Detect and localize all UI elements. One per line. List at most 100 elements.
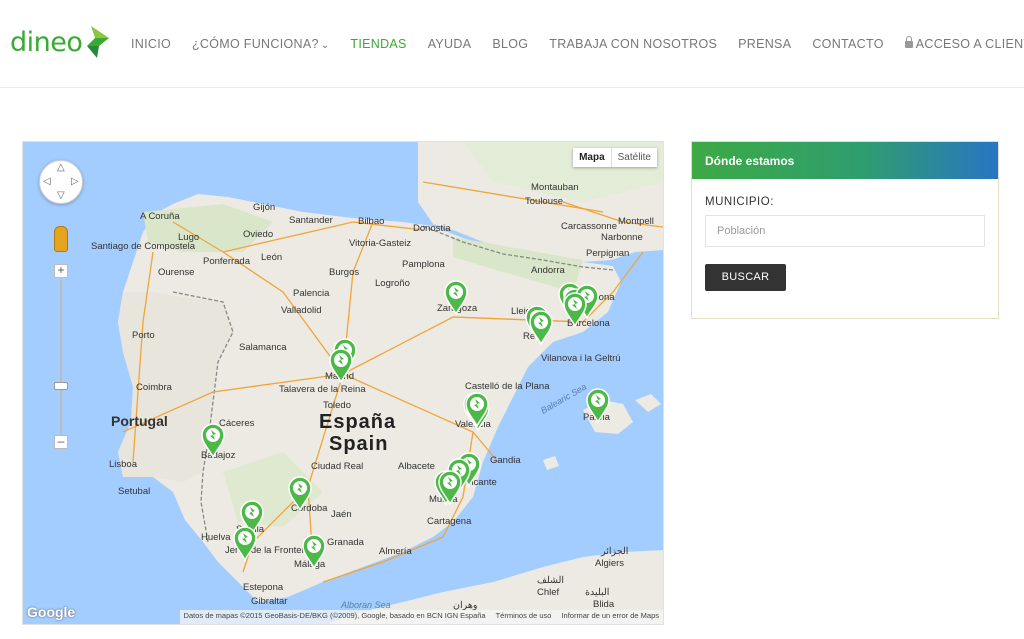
city-label: Toledo <box>323 400 351 411</box>
logo-text: dineo <box>10 26 83 58</box>
store-map[interactable]: Portugal España Spain Balearic Sea Albor… <box>22 141 664 625</box>
city-label: Ourense <box>158 267 194 278</box>
pegman-icon[interactable] <box>54 226 68 252</box>
city-label: Logroño <box>375 278 410 289</box>
label-spain: Spain <box>329 433 388 455</box>
city-label: Narbonne <box>601 232 643 243</box>
nav-label: TIENDAS <box>350 37 407 51</box>
city-label: Perpignan <box>586 248 629 259</box>
city-label: Chlef <box>537 587 560 598</box>
city-label: Palencia <box>293 288 330 299</box>
city-label: Pamplona <box>402 259 445 270</box>
zoom-out-button[interactable]: – <box>54 435 68 449</box>
city-label: Albacete <box>398 461 435 472</box>
zoom-in-button[interactable]: + <box>54 264 68 278</box>
city-label: Carcassonne <box>561 221 617 232</box>
pan-left-icon[interactable]: ◁ <box>43 176 51 187</box>
city-label: Castelló de la Plana <box>465 381 550 392</box>
city-label: Vitoria-Gasteiz <box>349 238 411 249</box>
site-header: dineo INICIO ¿CÓMO FUNCIONA? ⌄ TIENDAS AY… <box>0 0 1024 88</box>
city-label: Setubal <box>118 486 150 497</box>
label-espana: España <box>319 411 396 433</box>
logo-mark-icon <box>87 26 110 58</box>
city-label: Blida <box>593 599 615 610</box>
city-label: Lisboa <box>109 459 138 470</box>
nav-label: TRABAJA CON NOSOTROS <box>549 37 718 51</box>
nav-item-contacto[interactable]: CONTACTO <box>812 37 883 51</box>
attribution-data: Datos de mapas ©2015 GeoBasis-DE/BKG (©2… <box>183 611 486 620</box>
arabic-label: الجزائر <box>600 546 628 557</box>
city-label: Huelva <box>201 532 231 543</box>
zoom-slider-track[interactable] <box>60 279 62 434</box>
nav-label: INICIO <box>131 37 171 51</box>
lock-icon <box>904 36 913 48</box>
municipio-label: MUNICIPIO: <box>705 196 774 208</box>
pan-up-icon[interactable]: △ <box>57 162 65 173</box>
panel-title: Dónde estamos <box>692 142 998 179</box>
city-label: A Coruña <box>140 211 180 222</box>
city-label: Burgos <box>329 267 359 278</box>
nav-label: ¿CÓMO FUNCIONA? <box>192 37 319 51</box>
report-error-link[interactable]: Informar de un error de Maps <box>561 611 659 623</box>
municipio-input[interactable] <box>705 215 985 247</box>
pan-control[interactable]: △ ▽ ◁ ▷ <box>39 160 83 204</box>
arabic-label: البليدة <box>585 587 609 598</box>
main-nav: INICIO ¿CÓMO FUNCIONA? ⌄ TIENDAS AYUDA BL… <box>131 36 1024 51</box>
city-label: Cartagena <box>427 516 472 527</box>
label-portugal: Portugal <box>111 413 168 429</box>
arabic-label: الشلف <box>537 575 564 586</box>
city-label: Cáceres <box>219 418 255 429</box>
search-button[interactable]: BUSCAR <box>705 264 786 291</box>
map-canvas: Portugal España Spain Balearic Sea Albor… <box>91 142 663 624</box>
nav-label: AYUDA <box>427 37 472 51</box>
pan-right-icon[interactable]: ▷ <box>71 176 79 187</box>
zoom-slider-handle[interactable] <box>54 382 68 390</box>
city-label: Coimbra <box>136 382 173 393</box>
city-label: Santander <box>289 215 333 226</box>
city-label: Donostia <box>413 223 451 234</box>
dineo-logo[interactable]: dineo <box>10 24 111 60</box>
city-label: Bilbao <box>358 216 384 227</box>
nav-item-inicio[interactable]: INICIO <box>131 37 171 51</box>
nav-item-acceso-clientes[interactable]: ACCESO A CLIENTES <box>904 36 1024 51</box>
city-label: Toulouse <box>525 196 563 207</box>
city-label: Granada <box>327 537 365 548</box>
nav-item-ayuda[interactable]: AYUDA <box>428 37 472 51</box>
city-label: Andorra <box>531 265 566 276</box>
nav-label: BLOG <box>492 37 529 51</box>
city-label: Vilanova i la Geltrú <box>541 353 621 364</box>
map-type-satellite-button[interactable]: Satélite <box>612 148 657 167</box>
city-label: Talavera de la Reina <box>279 384 366 395</box>
city-label: Salamanca <box>239 342 287 353</box>
nav-item-tiendas[interactable]: TIENDAS <box>350 37 406 51</box>
city-label: Algiers <box>595 558 624 569</box>
map-attribution: Datos de mapas ©2015 GeoBasis-DE/BKG (©2… <box>179 610 663 624</box>
city-label: Badajoz <box>201 450 236 461</box>
city-label: Gibraltar <box>251 596 287 607</box>
pan-down-icon[interactable]: ▽ <box>57 190 65 201</box>
city-label: Valladolid <box>281 305 322 316</box>
nav-item-trabaja[interactable]: TRABAJA CON NOSOTROS <box>549 37 717 51</box>
city-label: Ponferrada <box>203 256 251 267</box>
city-label: Gandia <box>490 455 521 466</box>
nav-item-blog[interactable]: BLOG <box>492 37 528 51</box>
city-label: Almería <box>379 546 412 557</box>
nav-item-prensa[interactable]: PRENSA <box>738 37 791 51</box>
label-alboran-sea: Alboran Sea <box>340 600 391 610</box>
terms-link[interactable]: Términos de uso <box>496 611 552 623</box>
city-label: Ciudad Real <box>311 461 363 472</box>
chevron-down-icon: ⌄ <box>320 40 330 51</box>
city-label: Estepona <box>243 582 284 593</box>
city-label: Jaén <box>331 509 352 520</box>
nav-label: PRENSA <box>738 37 792 51</box>
nav-label: ACCESO A CLIENTES <box>915 37 1024 51</box>
city-label: Porto <box>132 330 155 341</box>
nav-label: CONTACTO <box>812 37 884 51</box>
nav-item-como-funciona[interactable]: ¿CÓMO FUNCIONA? ⌄ <box>192 37 329 51</box>
google-logo: Google <box>27 604 76 620</box>
city-label: Gijón <box>253 202 275 213</box>
map-type-control: Mapa Satélite <box>573 148 657 167</box>
map-type-map-button[interactable]: Mapa <box>573 148 612 167</box>
city-label: Oviedo <box>243 229 273 240</box>
city-label: Santiago de Compostela <box>91 241 196 252</box>
